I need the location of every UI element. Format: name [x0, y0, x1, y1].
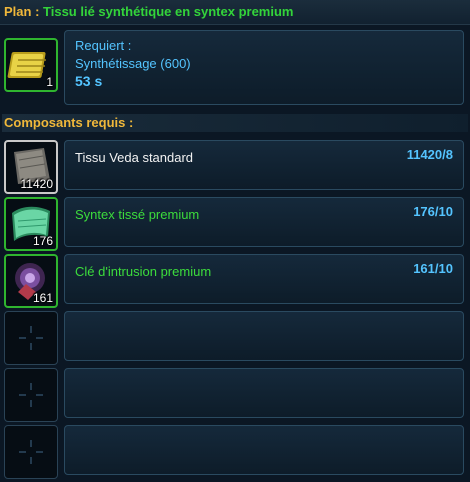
component-quantity: 11420 [20, 177, 53, 191]
plan-title: Plan : Tissu lié synthétique en syntex p… [4, 4, 293, 19]
component-count: 176/10 [413, 204, 453, 219]
component-slot[interactable]: 176 [4, 197, 58, 251]
component-slot[interactable]: 11420 [4, 140, 58, 194]
empty-component-row [64, 368, 464, 418]
component-quantity: 161 [32, 291, 53, 305]
component-need: 8 [445, 147, 453, 162]
empty-component-slot [4, 368, 58, 422]
schematic-quantity: 1 [46, 75, 53, 89]
empty-slot-marker-icon [19, 383, 43, 407]
component-need: 10 [438, 204, 453, 219]
empty-component-slot [4, 425, 58, 479]
empty-component-slot [4, 311, 58, 365]
components-title: Composants requis : [2, 114, 468, 132]
component-slot[interactable]: 161 [4, 254, 58, 308]
component-row[interactable]: Syntex tissé premium 176/10 [64, 197, 464, 247]
requirements-panel: Requiert : Synthétissage (600) 53 s [64, 30, 464, 105]
empty-slot-marker-icon [19, 440, 43, 464]
component-count: 11420/8 [407, 147, 453, 162]
plan-label: Plan : [4, 4, 40, 19]
empty-component-row [64, 425, 464, 475]
component-count: 161/10 [413, 261, 453, 276]
component-name: Tissu Veda standard [75, 150, 194, 165]
component-name: Syntex tissé premium [75, 207, 200, 222]
empty-component-row [64, 311, 464, 361]
plan-header: Plan : Tissu lié synthétique en syntex p… [0, 0, 470, 25]
component-have: 11420 [406, 147, 443, 162]
component-row[interactable]: Clé d'intrusion premium 161/10 [64, 254, 464, 304]
requires-label: Requiert : [75, 38, 132, 53]
component-row[interactable]: Tissu Veda standard 11420/8 [64, 140, 464, 190]
component-name: Clé d'intrusion premium [75, 264, 212, 279]
plan-name: Tissu lié synthétique en syntex premium [43, 4, 294, 19]
component-have: 161 [413, 261, 435, 276]
component-have: 176 [413, 204, 435, 219]
craft-time: 53 s [75, 73, 103, 89]
skill-requirement: Synthétissage (600) [75, 56, 191, 71]
schematic-slot[interactable]: 1 [4, 38, 58, 92]
empty-slot-marker-icon [19, 326, 43, 350]
component-quantity: 176 [32, 234, 53, 248]
component-need: 10 [438, 261, 453, 276]
